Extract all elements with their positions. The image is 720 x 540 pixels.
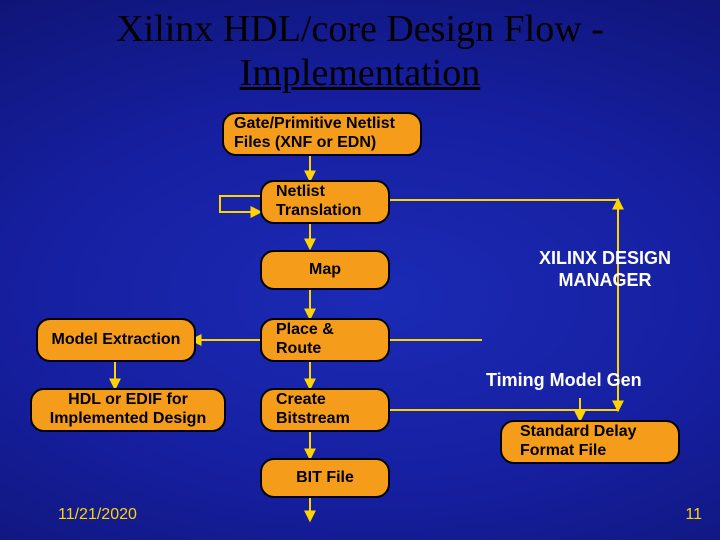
box-sdf: Standard DelayFormat File	[500, 420, 680, 464]
box-bit-file-label: BIT File	[296, 469, 354, 488]
box-hdl-edif-label: HDL or EDIF forImplemented Design	[50, 391, 206, 429]
box-model-extraction: Model Extraction	[36, 318, 196, 362]
box-create-bitstream: CreateBitstream	[260, 388, 390, 432]
box-gate-netlist-label: Gate/Primitive NetlistFiles (XNF or EDN)	[234, 115, 395, 153]
box-model-extraction-label: Model Extraction	[52, 331, 181, 350]
box-map: Map	[260, 250, 390, 290]
box-create-bitstream-label: CreateBitstream	[276, 391, 350, 429]
label-timing-model-gen: Timing Model Gen	[486, 370, 642, 392]
box-bit-file: BIT File	[260, 458, 390, 498]
box-place-route-label: Place &Route	[276, 321, 334, 359]
box-gate-netlist: Gate/Primitive NetlistFiles (XNF or EDN)	[222, 112, 422, 156]
footer-date: 11/21/2020	[58, 506, 137, 524]
box-place-route: Place &Route	[260, 318, 390, 362]
box-map-label: Map	[309, 261, 341, 280]
label-xilinx-design-manager: XILINX DESIGNMANAGER	[510, 248, 700, 291]
box-netlist-translation-label: NetlistTranslation	[276, 183, 361, 221]
footer-page-number: 11	[685, 506, 702, 524]
box-sdf-label: Standard DelayFormat File	[520, 423, 636, 461]
box-hdl-edif: HDL or EDIF forImplemented Design	[30, 388, 226, 432]
box-netlist-translation: NetlistTranslation	[260, 180, 390, 224]
